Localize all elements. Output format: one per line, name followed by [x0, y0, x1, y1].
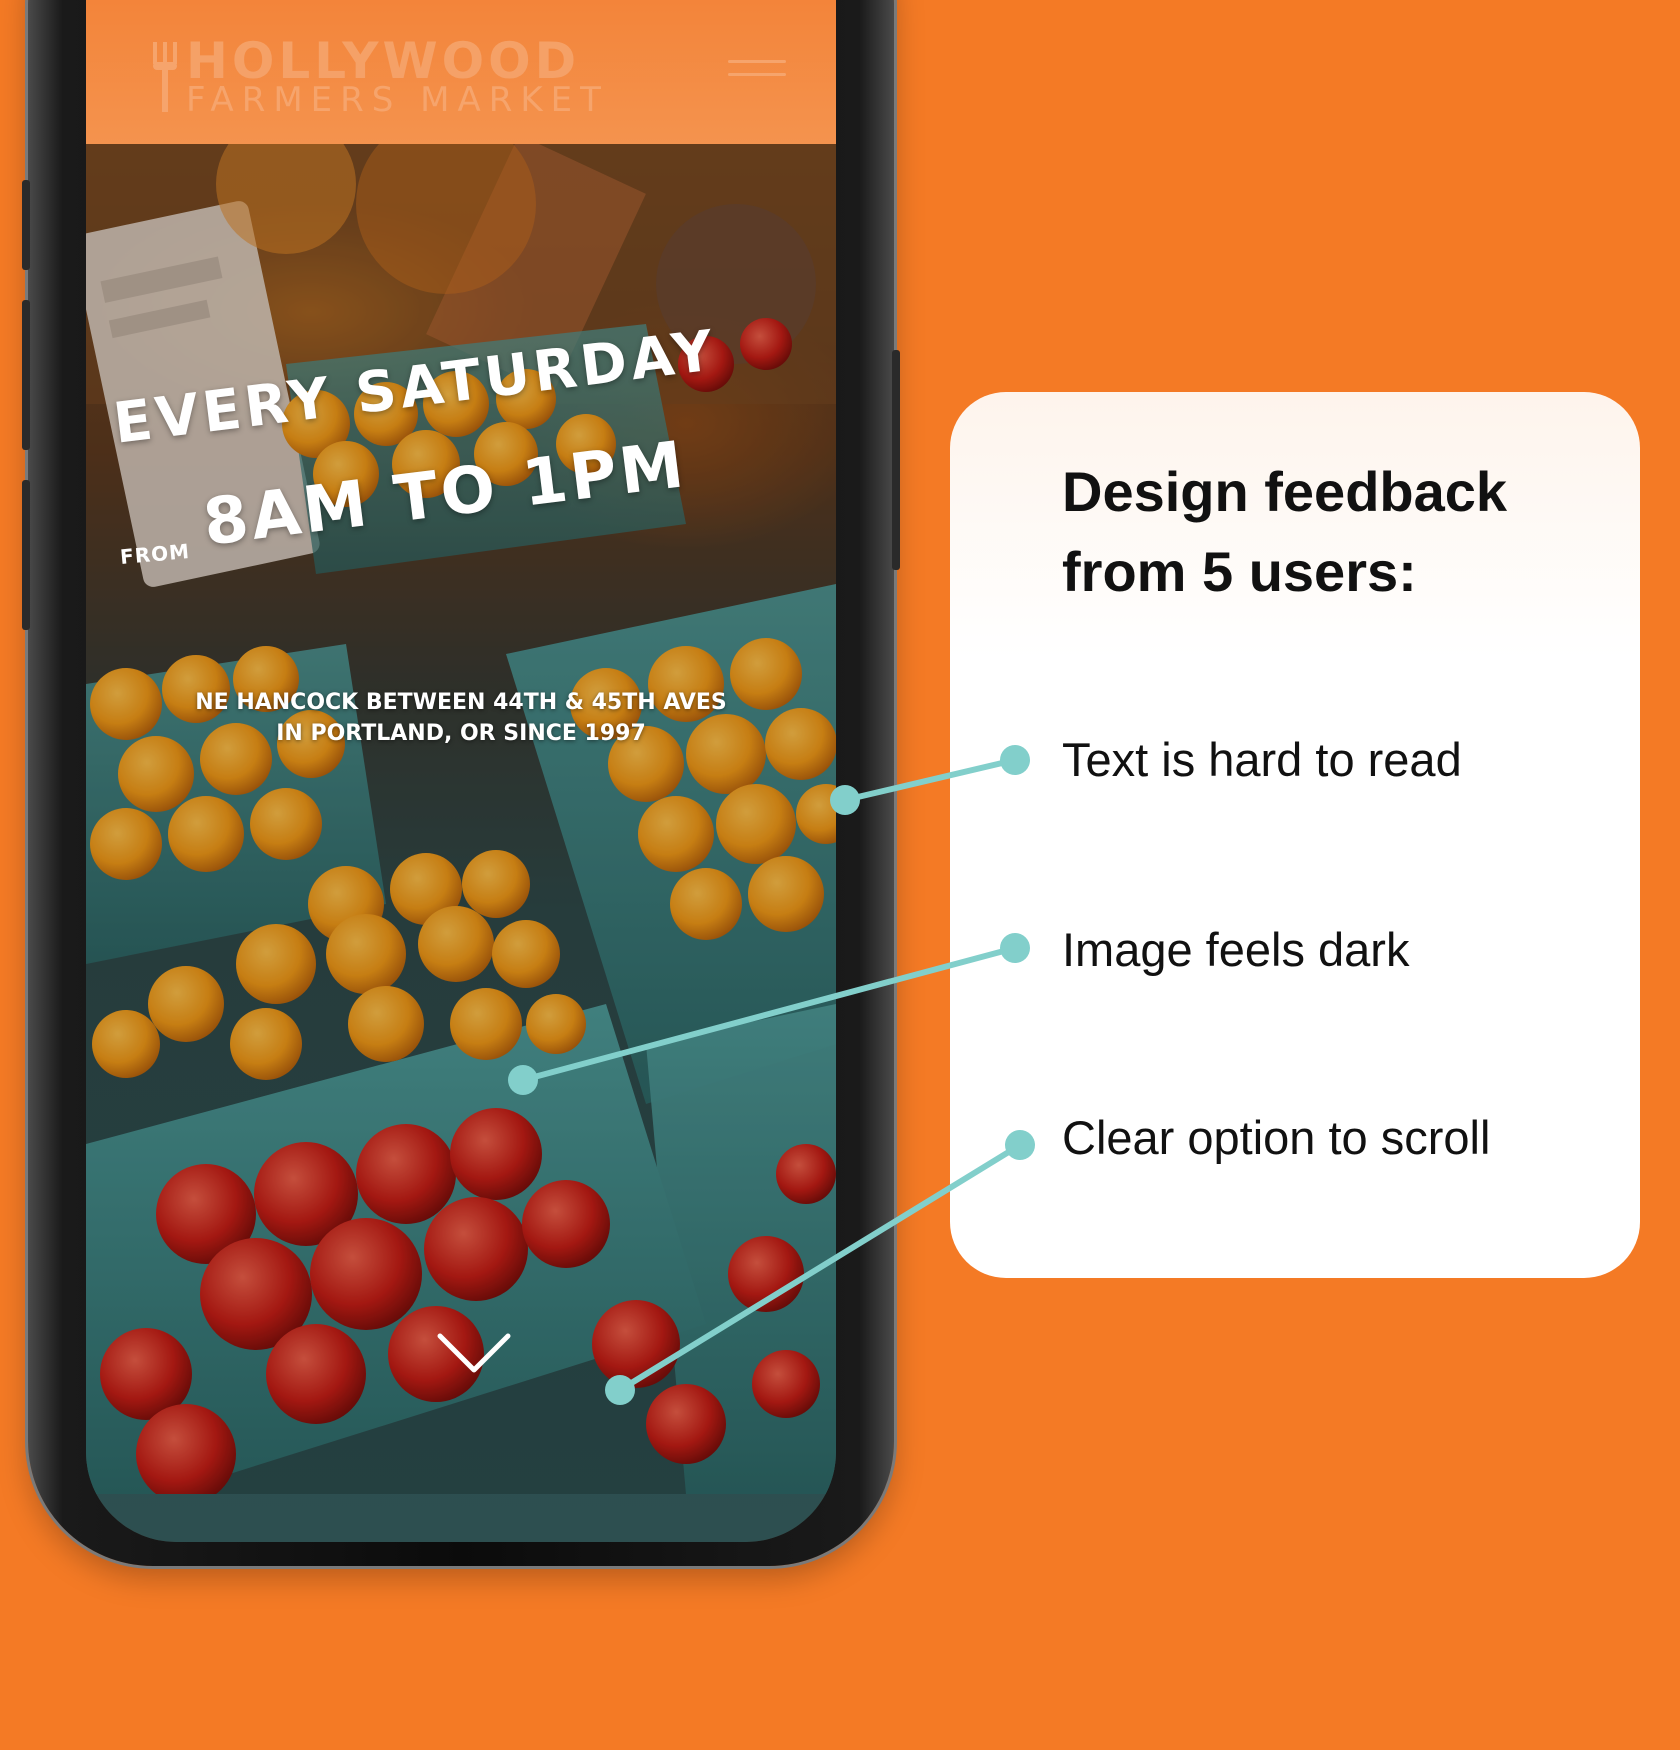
market-address: NE HANCOCK BETWEEN 44TH & 45TH AVES IN P… [86, 687, 836, 749]
logo-wordmark-bottom[interactable]: FARMERS MARKET [186, 80, 609, 120]
address-line-1: NE HANCOCK BETWEEN 44TH & 45TH AVES [195, 690, 727, 715]
phone-side-button [22, 180, 30, 270]
hero-text: EVERY SATURDAY FROM 8AM TO 1PM NE HANCOC… [86, 0, 836, 1542]
address-line-2: IN PORTLAND, OR SINCE 1997 [276, 721, 646, 746]
phone-power-button [892, 350, 900, 570]
headline-hours: 8AM TO 1PM [199, 428, 691, 561]
feedback-item-text-readability: Text is hard to read [1062, 733, 1462, 786]
chevron-down-icon[interactable] [436, 1332, 512, 1376]
phone-volume-down-button [22, 480, 30, 630]
phone-mockup: HOLLYWOOD FARMERS MARKET EVERY SATURDAY … [22, 0, 900, 1566]
feedback-card: Design feedback from 5 users: Text is ha… [950, 392, 1640, 1278]
feedback-item-scroll-option: Clear option to scroll [1062, 1111, 1491, 1164]
site-header: HOLLYWOOD FARMERS MARKET [86, 0, 836, 144]
fork-icon [153, 42, 177, 112]
phone-volume-up-button [22, 300, 30, 450]
feedback-item-image-dark: Image feels dark [1062, 923, 1410, 976]
phone-screen: HOLLYWOOD FARMERS MARKET EVERY SATURDAY … [86, 0, 836, 1542]
feedback-title: Design feedback from 5 users: [1062, 460, 1508, 603]
headline-from-label: FROM [119, 538, 191, 570]
hamburger-menu-icon[interactable] [728, 60, 786, 90]
